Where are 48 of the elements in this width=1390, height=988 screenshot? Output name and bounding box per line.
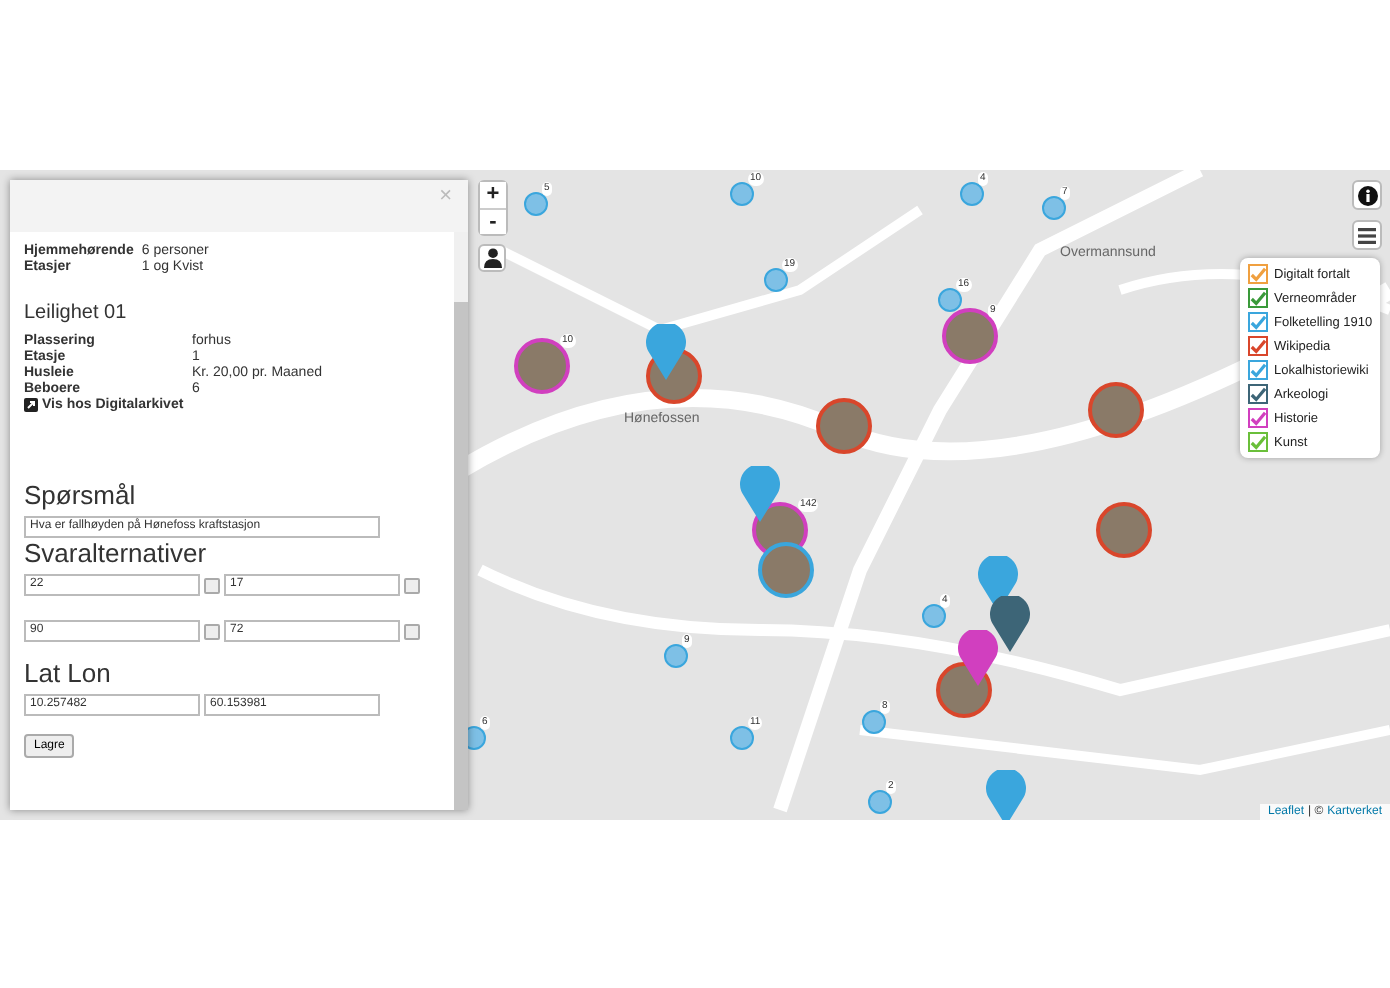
cluster-marker[interactable]	[730, 726, 754, 750]
photo-marker[interactable]	[758, 542, 814, 598]
layer-checkbox[interactable]	[1248, 432, 1268, 452]
correct-answer-checkbox[interactable]	[204, 623, 220, 639]
layer-checkbox[interactable]	[1248, 336, 1268, 356]
cluster-marker[interactable]	[664, 644, 688, 668]
map-pin-icon[interactable]	[740, 466, 780, 522]
zoom-out-button[interactable]: -	[480, 208, 506, 234]
layers-menu-button[interactable]	[1352, 220, 1382, 250]
layer-checkbox[interactable]	[1248, 408, 1268, 428]
layer-checkbox[interactable]	[1248, 360, 1268, 380]
cluster-marker[interactable]	[862, 710, 886, 734]
photo-marker[interactable]	[942, 308, 998, 364]
map-pin-icon[interactable]	[646, 324, 686, 380]
map-pin-icon[interactable]	[990, 596, 1030, 652]
correct-answer-checkbox[interactable]	[204, 577, 220, 593]
correct-answer-checkbox[interactable]	[404, 577, 420, 593]
cluster-marker[interactable]	[1042, 196, 1066, 220]
info-button[interactable]	[1352, 180, 1382, 210]
map-pin-icon[interactable]	[958, 630, 998, 686]
person-button[interactable]	[478, 244, 506, 272]
map-pin-icon[interactable]	[986, 770, 1026, 820]
scrollbar[interactable]	[454, 232, 468, 810]
cluster-marker[interactable]	[524, 192, 548, 216]
layer-checkbox[interactable]	[1248, 312, 1268, 332]
question-heading: Spørsmål	[24, 480, 138, 510]
cluster-marker[interactable]	[764, 268, 788, 292]
cluster-marker[interactable]	[960, 182, 984, 206]
person-icon	[483, 248, 501, 268]
photo-marker[interactable]	[1096, 502, 1152, 558]
layer-checkbox[interactable]	[1248, 288, 1268, 308]
photo-marker[interactable]	[514, 338, 570, 394]
map-background[interactable]	[0, 170, 1390, 820]
photo-marker[interactable]	[816, 398, 872, 454]
cluster-marker[interactable]	[922, 604, 946, 628]
info-icon	[1357, 185, 1377, 205]
correct-answer-checkbox[interactable]	[404, 623, 420, 639]
cluster-marker[interactable]	[938, 288, 962, 312]
layer-checkbox[interactable]	[1248, 264, 1268, 284]
photo-marker[interactable]	[1088, 382, 1144, 438]
latlon-heading: Lat Lon	[24, 658, 113, 688]
menu-icon	[1358, 227, 1376, 243]
external-link-icon	[24, 398, 38, 412]
cluster-marker[interactable]	[868, 790, 892, 814]
answers-heading: Svaralternativer	[24, 538, 209, 568]
apartment-title: Leilighet 01	[24, 302, 129, 324]
layer-checkbox[interactable]	[1248, 384, 1268, 404]
cluster-marker[interactable]	[730, 182, 754, 206]
